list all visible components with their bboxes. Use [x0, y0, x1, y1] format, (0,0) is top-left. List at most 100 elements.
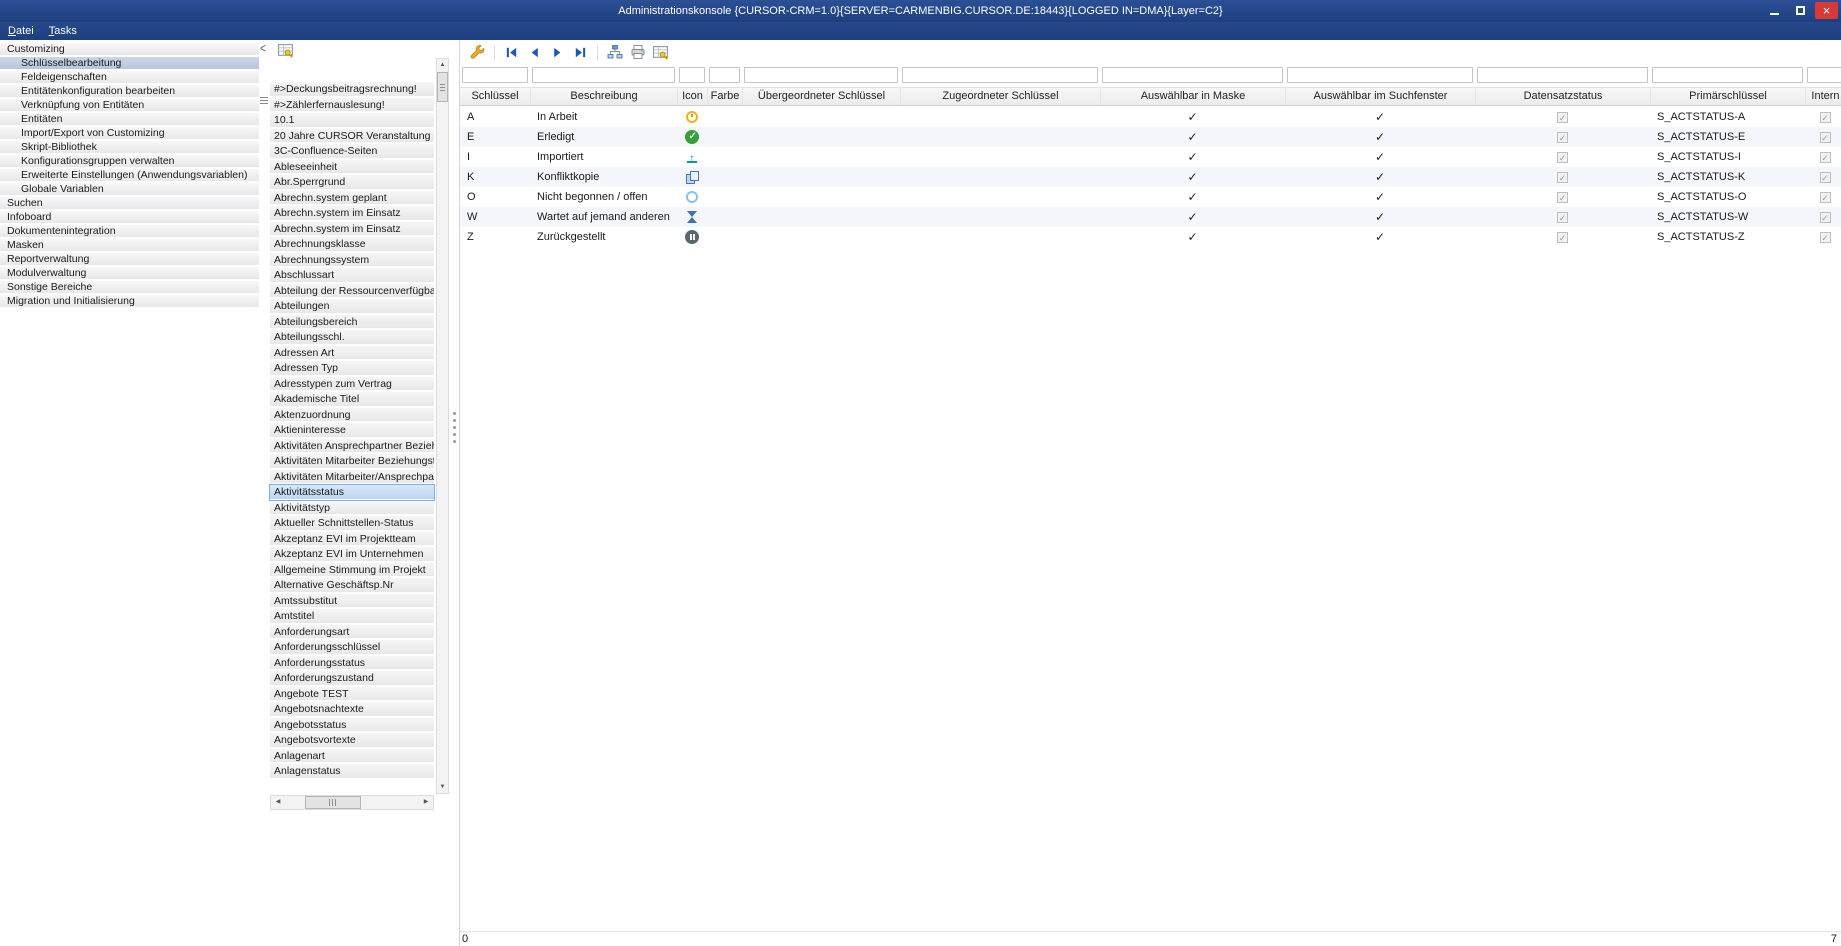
column-header[interactable]: Datensatzstatus — [1475, 88, 1650, 105]
minimize-button[interactable] — [1763, 2, 1786, 19]
filter-input[interactable] — [902, 67, 1098, 83]
key-list-item[interactable]: Angebotsstatus — [270, 718, 434, 733]
scroll-right-icon[interactable]: ▶ — [420, 796, 432, 809]
key-list-item[interactable]: 20 Jahre CURSOR Veranstaltung — [270, 129, 434, 144]
key-list-item[interactable]: Angebotsvortexte — [270, 733, 434, 748]
key-list-item[interactable]: Aktueller Schnittstellen-Status — [270, 516, 434, 531]
wrench-button[interactable] — [467, 43, 488, 62]
splitter-grip-icon[interactable] — [260, 97, 268, 104]
menu-item[interactable]: Datei — [8, 25, 34, 37]
sidebar-item[interactable]: Suchen — [0, 197, 259, 210]
key-list-item[interactable]: #>Deckungsbeitragsrechnung! — [270, 82, 434, 97]
key-list-item[interactable]: Allgemeine Stimmung im Projekt — [270, 563, 434, 578]
column-header[interactable]: Übergeordneter Schlüssel — [742, 88, 900, 105]
table-row[interactable]: O Nicht begonnen / offen ✓ ✓ ✓ — [460, 187, 1841, 207]
key-table-button[interactable] — [650, 43, 671, 62]
key-list-item[interactable]: Angebotsnachtexte — [270, 702, 434, 717]
column-header[interactable]: Zugeordneter Schlüssel — [900, 88, 1100, 105]
key-list-item[interactable]: Abrechn.system im Einsatz — [270, 206, 434, 221]
scroll-left-icon[interactable]: ◀ — [272, 796, 284, 809]
key-list-item[interactable]: Abrechnungsklasse — [270, 237, 434, 252]
key-list-item[interactable]: Anforderungsart — [270, 625, 434, 640]
sidebar-item[interactable]: Migration und Initialisierung — [0, 295, 259, 308]
sidebar-item[interactable]: Konfigurationsgruppen verwalten — [0, 155, 259, 168]
key-list-item[interactable]: Akzeptanz EVI im Unternehmen — [270, 547, 434, 562]
key-list-item[interactable]: Aktivitätsstatus — [270, 485, 434, 500]
filter-input[interactable] — [709, 67, 740, 83]
filter-input[interactable] — [462, 67, 528, 83]
key-list-item[interactable]: Adresstypen zum Vertrag — [270, 377, 434, 392]
sidebar-item[interactable]: Customizing — [0, 43, 259, 56]
filter-input[interactable] — [744, 67, 898, 83]
filter-input[interactable] — [679, 67, 705, 83]
key-list-item[interactable]: Abteilung der Ressourcenverfügbark — [270, 284, 434, 299]
key-list-item[interactable]: Anlagenart — [270, 749, 434, 764]
column-header[interactable]: Auswählbar im Suchfenster — [1285, 88, 1475, 105]
scrollbar-thumb[interactable] — [305, 796, 361, 809]
column-header[interactable]: Icon — [677, 88, 707, 105]
sidebar-item[interactable]: Dokumentenintegration — [0, 225, 259, 238]
scroll-up-icon[interactable]: ▲ — [437, 59, 448, 71]
key-list-item[interactable]: Aktenzuordnung — [270, 408, 434, 423]
table-row[interactable]: E Erledigt ✓ ✓ ✓ — [460, 127, 1841, 147]
close-button[interactable]: × — [1815, 2, 1838, 19]
sidebar-item[interactable]: Sonstige Bereiche — [0, 281, 259, 294]
key-list-item[interactable]: Amtssubstitut — [270, 594, 434, 609]
collapse-sidebar-icon[interactable]: < — [260, 42, 270, 56]
scroll-down-icon[interactable]: ▼ — [437, 781, 448, 793]
first-record-button[interactable] — [501, 43, 522, 62]
key-list-item[interactable]: Adressen Art — [270, 346, 434, 361]
sidebar-item[interactable]: Entitätenkonfiguration bearbeiten — [0, 85, 259, 98]
filter-input[interactable] — [1477, 67, 1648, 83]
sidebar-splitter[interactable]: < — [259, 40, 270, 946]
key-list-item[interactable]: Aktivitäten Ansprechpartner Beziehu — [270, 439, 434, 454]
filter-input[interactable] — [1807, 67, 1841, 83]
key-list-item[interactable]: Abteilungsbereich — [270, 315, 434, 330]
filter-input[interactable] — [1287, 67, 1473, 83]
hierarchy-button[interactable] — [604, 43, 625, 62]
last-record-button[interactable] — [570, 43, 591, 62]
key-list-item[interactable]: 3C-Confluence-Seiten — [270, 144, 434, 159]
column-header[interactable]: Auswählbar in Maske — [1100, 88, 1285, 105]
filter-input[interactable] — [1652, 67, 1803, 83]
table-row[interactable]: A In Arbeit ✓ ✓ ✓ — [460, 107, 1841, 127]
maximize-button[interactable] — [1789, 2, 1812, 19]
previous-record-button[interactable] — [524, 43, 545, 62]
key-list-item[interactable]: Anlagenstatus — [270, 764, 434, 779]
filter-input[interactable] — [532, 67, 675, 83]
key-list-item[interactable]: #>Zählerfernauslesung! — [270, 98, 434, 113]
panel-splitter[interactable] — [451, 40, 459, 946]
next-record-button[interactable] — [547, 43, 568, 62]
sidebar-item[interactable]: Modulverwaltung — [0, 267, 259, 280]
sidebar-item[interactable]: Globale Variablen — [0, 183, 259, 196]
sidebar-item[interactable]: Erweiterte Einstellungen (Anwendungsvari… — [0, 169, 259, 182]
key-list-item[interactable]: Alternative Geschäftsp.Nr — [270, 578, 434, 593]
sidebar-item[interactable]: Infoboard — [0, 211, 259, 224]
key-list-item[interactable]: Angebote TEST — [270, 687, 434, 702]
key-list-item[interactable]: Aktivitätstyp — [270, 501, 434, 516]
key-list-item[interactable]: Abteilungen — [270, 299, 434, 314]
key-list-item[interactable]: Aktivitäten Mitarbeiter Beziehungsty — [270, 454, 434, 469]
sidebar-item[interactable]: Import/Export von Customizing — [0, 127, 259, 140]
key-list-item[interactable]: Amtstitel — [270, 609, 434, 624]
key-list-item[interactable]: Abrechn.system geplant — [270, 191, 434, 206]
column-header[interactable]: Primärschlüssel — [1650, 88, 1805, 105]
print-button[interactable] — [627, 43, 648, 62]
menu-item[interactable]: Tasks — [49, 25, 77, 37]
key-list-item[interactable]: Akademische Titel — [270, 392, 434, 407]
table-row[interactable]: K Konfliktkopie ✓ ✓ ✓ — [460, 167, 1841, 187]
key-list-item[interactable]: Aktivitäten Mitarbeiter/Ansprechpar — [270, 470, 434, 485]
key-list-item[interactable]: Abrechn.system im Einsatz — [270, 222, 434, 237]
key-list-item[interactable]: Abrechnungssystem — [270, 253, 434, 268]
sidebar-item[interactable]: Skript-Bibliothek — [0, 141, 259, 154]
key-list-horizontal-scrollbar[interactable]: ◀ ▶ — [270, 795, 434, 810]
column-header[interactable]: Schlüssel — [460, 88, 530, 105]
splitter-grip-icon[interactable] — [453, 412, 456, 415]
sidebar-item[interactable]: Feldeigenschaften — [0, 71, 259, 84]
sidebar-item[interactable]: Verknüpfung von Entitäten — [0, 99, 259, 112]
scrollbar-thumb[interactable] — [437, 72, 448, 102]
key-list-item[interactable]: Ableseeinheit — [270, 160, 434, 175]
key-list-item[interactable]: Aktieninteresse — [270, 423, 434, 438]
key-list-vertical-scrollbar[interactable]: ▲ ▼ — [436, 58, 449, 794]
filter-input[interactable] — [1102, 67, 1283, 83]
